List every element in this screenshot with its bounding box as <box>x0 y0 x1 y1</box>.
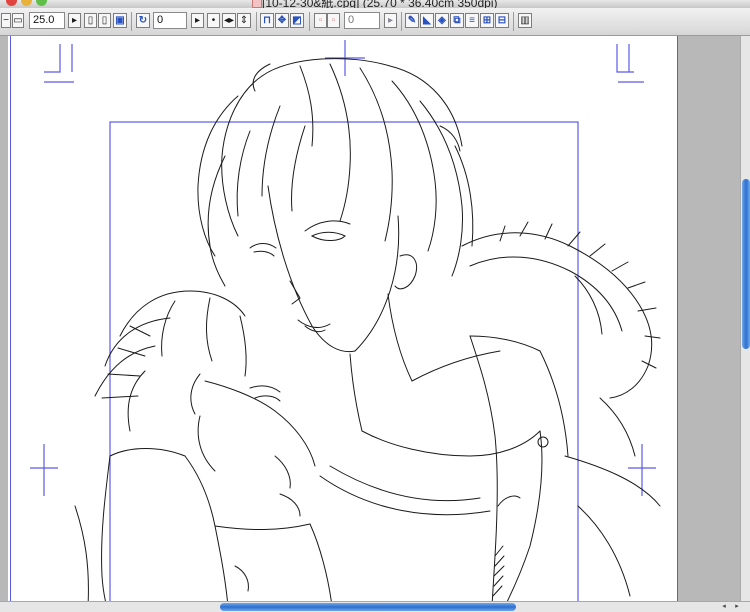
ruler-icon[interactable]: ⊓ <box>260 13 274 28</box>
opacity-input[interactable]: 0 <box>344 12 380 29</box>
zoom-step-button[interactable]: ▸ <box>68 13 81 28</box>
layer-icon[interactable]: ⧉ <box>450 13 464 28</box>
color-square-alt-icon[interactable]: ▫ <box>327 13 340 28</box>
pen-icon[interactable]: ✎ <box>405 13 419 28</box>
select-icon[interactable]: ◩ <box>290 13 304 28</box>
zoom-input[interactable]: 25.0 <box>29 12 65 29</box>
toolbar-separator <box>256 12 257 31</box>
color-square-icon[interactable]: ▫ <box>314 13 327 28</box>
grid-icon[interactable]: ⊞ <box>480 13 494 28</box>
register-mark-left <box>30 444 58 496</box>
flip-horizontal-icon[interactable]: ◂▸ <box>222 13 236 28</box>
toolbar: − ▭ 25.0 ▸ ▯ ▯ ▣ ↻ 0 ▸ • ◂▸ ⇕ ⊓ ✥ ◩ ▫ ▫ … <box>0 8 750 36</box>
transform-icon[interactable]: ✥ <box>275 13 289 28</box>
opacity-step-button[interactable]: ▸ <box>384 13 397 28</box>
vertical-scroll-thumb[interactable] <box>742 179 750 349</box>
canvas-area[interactable] <box>0 36 740 601</box>
rotate-icon[interactable]: ↻ <box>136 13 150 28</box>
crop-mark-top-left <box>44 44 73 73</box>
horizontal-scrollbar[interactable]: ◂ ▸ <box>0 601 750 612</box>
register-mark-right <box>628 444 656 496</box>
grid-alt-icon[interactable]: ⊟ <box>495 13 509 28</box>
navigator-icon[interactable]: ▥ <box>518 13 532 28</box>
document-icon <box>252 0 262 8</box>
rotate-reset-icon[interactable]: • <box>207 13 220 28</box>
toolbar-separator <box>131 12 132 31</box>
list-icon[interactable]: ≡ <box>465 13 479 28</box>
minimize-window-button[interactable] <box>21 0 32 6</box>
window-title: [10-12-30&紙.cpg] (25.70 * 36.40cm 350dpi… <box>262 0 498 8</box>
fill-icon[interactable]: ◈ <box>435 13 449 28</box>
horizontal-scroll-thumb[interactable] <box>220 603 516 611</box>
page-icon[interactable]: ▯ <box>84 13 97 28</box>
triangle-ruler-icon[interactable]: ◣ <box>420 13 434 28</box>
toolbar-separator <box>309 12 310 31</box>
zoom-fit-icon[interactable]: ▭ <box>12 13 24 28</box>
crop-mark-top-right <box>616 44 634 73</box>
vertical-scrollbar[interactable] <box>740 36 750 601</box>
zoom-window-button[interactable] <box>36 0 47 6</box>
artwork-layer <box>30 40 661 601</box>
line-art <box>74 58 661 601</box>
guide-marks <box>30 40 656 601</box>
rotate-step-button[interactable]: ▸ <box>191 13 204 28</box>
inner-frame-guide <box>109 121 579 601</box>
rotation-input[interactable]: 0 <box>153 12 187 29</box>
register-mark-top <box>325 40 365 76</box>
close-window-button[interactable] <box>6 0 17 6</box>
zoom-100-icon[interactable]: ▣ <box>113 13 127 28</box>
toolbar-separator <box>401 12 402 31</box>
flip-vertical-icon[interactable]: ⇕ <box>237 13 251 28</box>
zoom-out-icon[interactable]: − <box>1 13 11 28</box>
window-title-bar: [10-12-30&紙.cpg] (25.70 * 36.40cm 350dpi… <box>0 0 750 8</box>
page-spread-icon[interactable]: ▯ <box>98 13 111 28</box>
toolbar-separator <box>513 12 514 31</box>
